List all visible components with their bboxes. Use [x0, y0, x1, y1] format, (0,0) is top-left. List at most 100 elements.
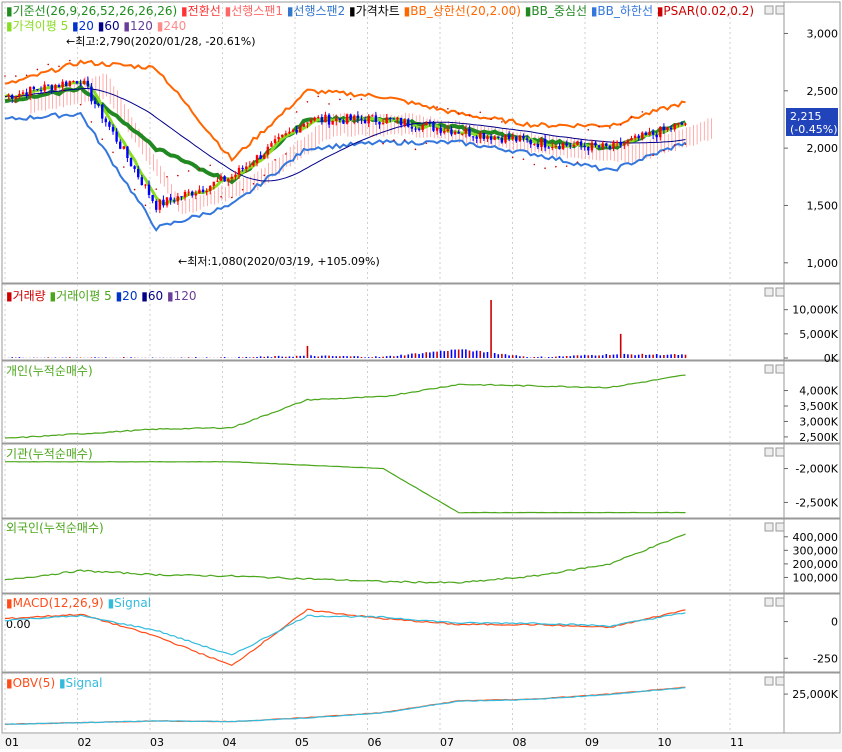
- candle-body: [421, 125, 424, 130]
- panel-close-button[interactable]: [775, 676, 785, 686]
- candle-body: [191, 191, 194, 196]
- panel-close-button[interactable]: [775, 287, 785, 297]
- legend-item[interactable]: ▮거래량: [6, 289, 46, 303]
- candle-body: [327, 114, 331, 125]
- psar-dot: [263, 174, 266, 177]
- panel-minimize-button[interactable]: [764, 5, 774, 15]
- legend-item[interactable]: ▮거래이평 5: [46, 289, 112, 303]
- y-tick-label: -2,500K: [795, 496, 838, 509]
- psar-dot: [47, 63, 50, 66]
- candle-body: [536, 143, 540, 148]
- psar-dot: [339, 98, 341, 101]
- candle-body: [655, 134, 658, 138]
- legend-item[interactable]: ▮60: [94, 19, 120, 33]
- chart-background: [0, 0, 842, 749]
- candle-body: [320, 117, 324, 122]
- legend-item[interactable]: ▮OBV(5): [6, 676, 55, 690]
- candle-body: [439, 127, 442, 133]
- candle-body: [471, 136, 475, 138]
- candle-body: [623, 143, 626, 146]
- candle-body: [594, 142, 597, 146]
- legend-item[interactable]: ▮가격이평 5: [6, 19, 68, 33]
- legend-item[interactable]: ▮120: [163, 289, 196, 303]
- candle-body: [587, 147, 590, 151]
- candle-body: [345, 114, 349, 124]
- panel-minimize-button[interactable]: [764, 676, 774, 686]
- obv-legend: ▮OBV(5) ▮Signal: [6, 676, 102, 690]
- legend-item[interactable]: ▮기준선(26,9,26,52,26,26,26): [6, 4, 177, 18]
- legend-item[interactable]: ▮PSAR(0.02,0.2): [653, 4, 754, 18]
- panel-minimize-button[interactable]: [764, 287, 774, 297]
- legend-item[interactable]: ▮240: [153, 19, 186, 33]
- x-tick-label: 10: [658, 736, 672, 749]
- candle-body: [482, 132, 486, 140]
- psar-dot: [630, 116, 633, 119]
- candle-body: [11, 95, 14, 99]
- candle-body: [230, 176, 234, 179]
- candle-body: [122, 146, 126, 149]
- candle-body: [360, 118, 363, 120]
- y-tick-label: 1,000: [807, 257, 839, 270]
- candle-body: [540, 139, 543, 148]
- candle-body: [86, 80, 90, 87]
- candle-body: [518, 135, 522, 142]
- legend-item[interactable]: ▮가격차트: [345, 4, 400, 18]
- candle-body: [162, 199, 165, 206]
- candle-body: [579, 141, 583, 146]
- legend-item[interactable]: ▮전환선: [177, 4, 221, 18]
- psar-dot: [112, 151, 114, 154]
- panel-minimize-button[interactable]: [764, 522, 774, 532]
- panel-close-button[interactable]: [775, 597, 785, 607]
- panel-minimize-button[interactable]: [764, 364, 774, 374]
- psar-dot: [652, 154, 654, 157]
- stock-chart[interactable]: ▮기준선(26,9,26,52,26,26,26) ▮전환선 ▮선행스팬1 ▮선…: [0, 0, 842, 749]
- candle-body: [97, 103, 100, 105]
- legend-item[interactable]: ▮Signal: [55, 676, 102, 690]
- panel-minimize-button[interactable]: [764, 447, 774, 457]
- psar-dot: [490, 118, 492, 121]
- legend-item[interactable]: ▮20: [68, 19, 94, 33]
- legend-item[interactable]: ▮BB_상한선(20,2.00): [400, 4, 521, 18]
- candle-body: [554, 146, 558, 148]
- candle-body: [543, 139, 547, 148]
- psar-dot: [684, 143, 687, 145]
- y-tick-label: 2,500: [807, 85, 839, 98]
- candle-body: [277, 136, 280, 140]
- candle-body: [43, 84, 46, 91]
- panel-minimize-button[interactable]: [764, 597, 774, 607]
- panel-close-button[interactable]: [775, 364, 785, 374]
- candle-body: [39, 90, 43, 92]
- legend-item[interactable]: ▮60: [137, 289, 163, 303]
- candle-body: [443, 131, 446, 133]
- psar-dot: [317, 95, 320, 98]
- psar-dot: [166, 175, 168, 178]
- candle-body: [137, 168, 140, 178]
- legend-item[interactable]: ▮선행스팬1: [221, 3, 283, 18]
- candle-body: [569, 145, 572, 147]
- candle-body: [255, 155, 259, 164]
- panel-close-button[interactable]: [775, 522, 785, 532]
- candle-body: [565, 143, 568, 146]
- legend-item[interactable]: ▮선행스팬2: [283, 3, 345, 18]
- candle-body: [475, 136, 478, 139]
- x-axis: 01 02 03 04 05 06 07 08 09 10 11: [0, 734, 842, 749]
- panel-close-button[interactable]: [775, 447, 785, 457]
- panel-close-button[interactable]: [775, 5, 785, 15]
- legend-item[interactable]: ▮20: [112, 289, 138, 303]
- x-tick-label: 05: [295, 736, 309, 749]
- legend-item[interactable]: ▮Signal: [104, 596, 151, 610]
- psar-dot: [382, 142, 384, 145]
- candle-body: [54, 85, 57, 91]
- legend-item[interactable]: ▮BB_중심선: [521, 4, 587, 18]
- y-tick-label: 4,000K: [799, 385, 838, 398]
- psar-dot: [587, 128, 590, 131]
- candle-body: [266, 146, 270, 155]
- legend-item[interactable]: ▮MACD(12,26,9): [6, 596, 104, 610]
- candle-body: [601, 143, 604, 148]
- legend-item[interactable]: ▮BB_하한선: [587, 4, 653, 18]
- legend-item[interactable]: ▮120: [120, 19, 153, 33]
- candle-body: [626, 140, 630, 144]
- psar-dot: [328, 103, 330, 105]
- price-legend-line2: ▮가격이평 5 ▮20 ▮60 ▮120 ▮240: [6, 19, 186, 33]
- candle-body: [75, 81, 79, 84]
